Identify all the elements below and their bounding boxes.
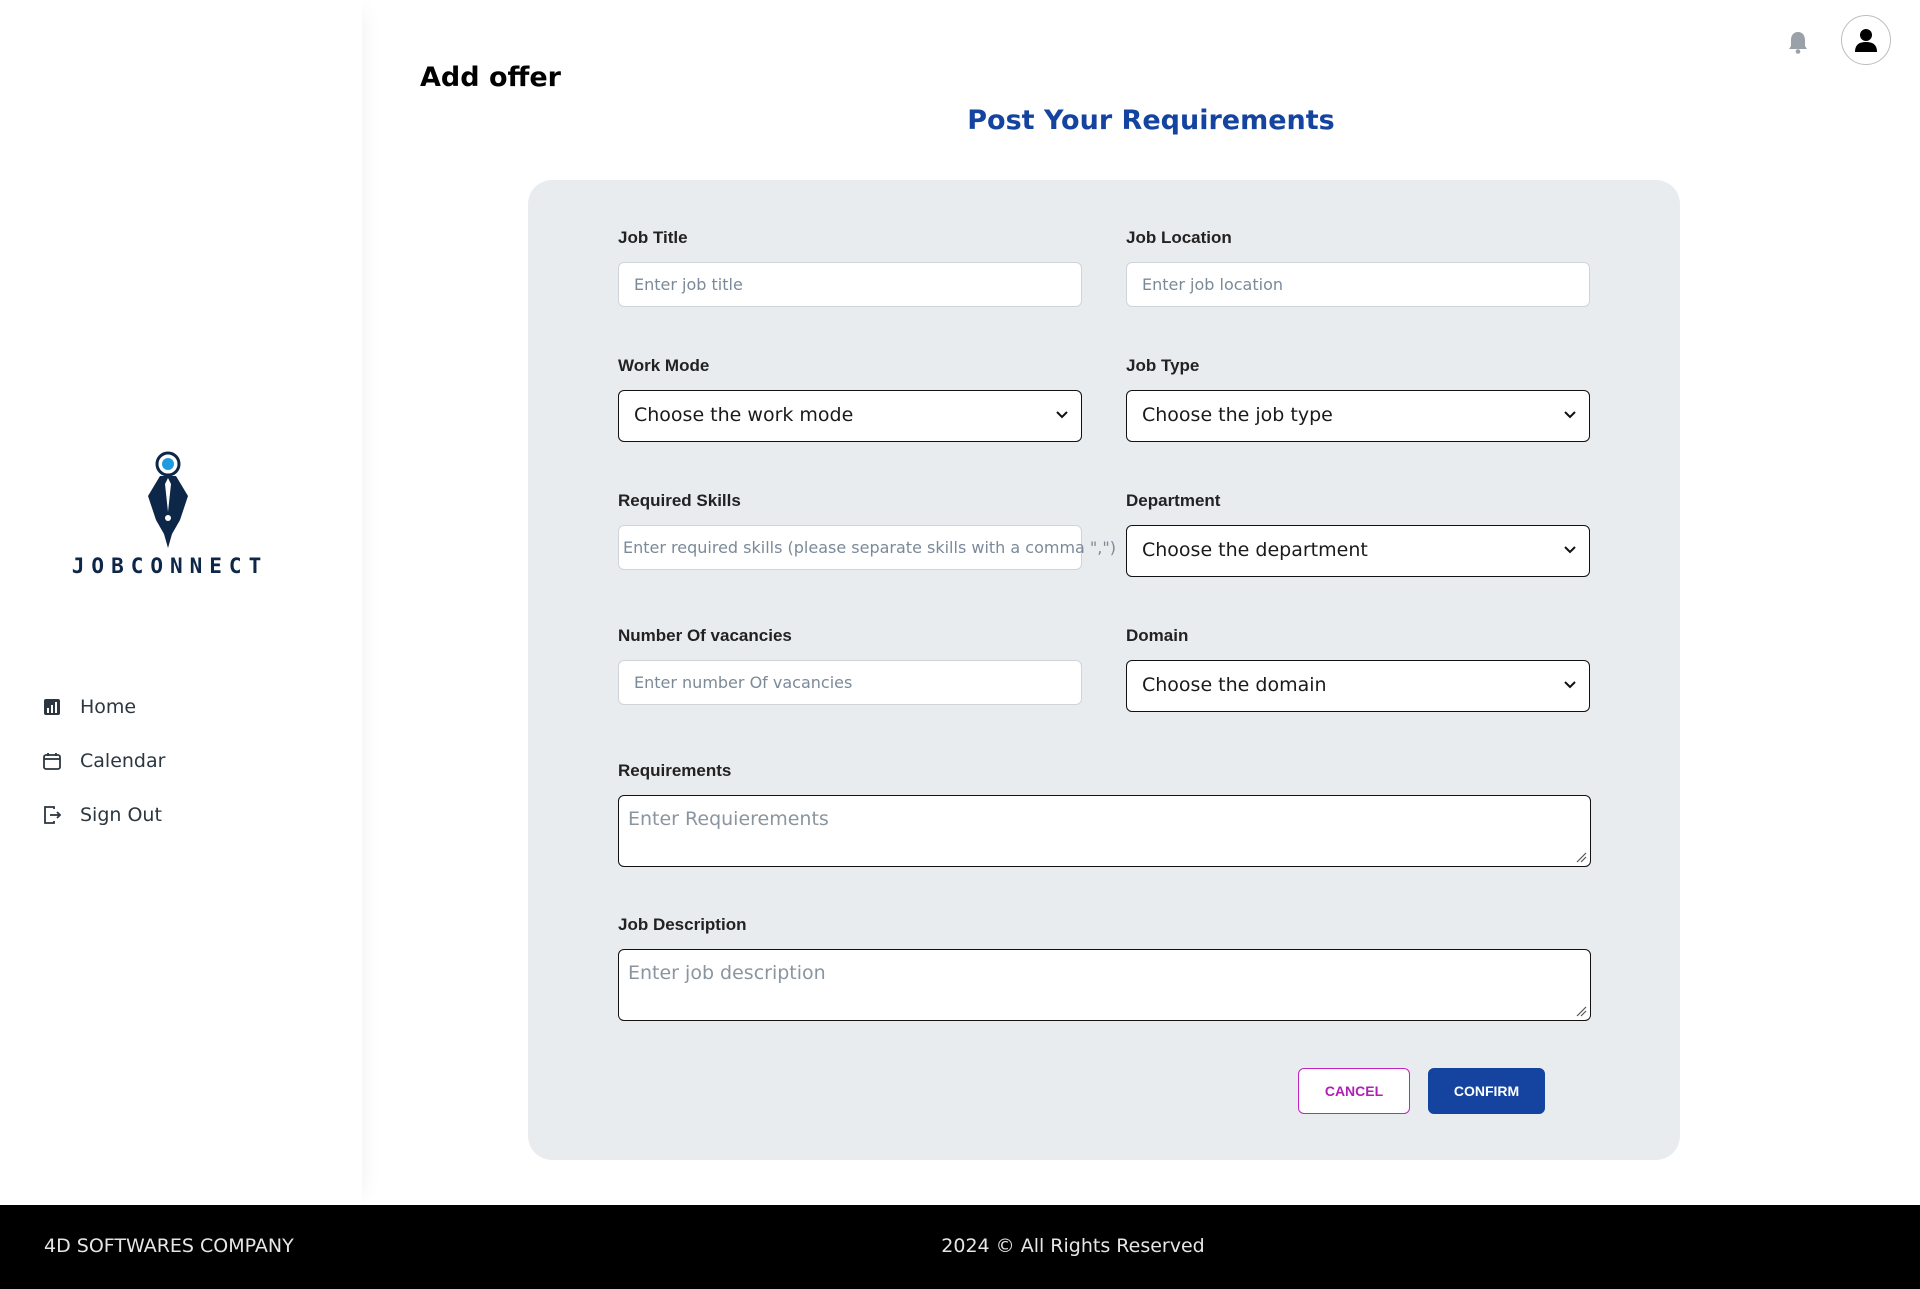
user-avatar-icon: [1855, 29, 1877, 52]
department-value: Choose the department: [1142, 539, 1368, 561]
sidebar-item-calendar[interactable]: Calendar: [40, 734, 165, 788]
footer: 4D SOFTWARES COMPANY 2024 © All Rights R…: [0, 1205, 1920, 1289]
bell-icon[interactable]: [1784, 28, 1812, 56]
work-mode-field: Work Mode Choose the work mode: [618, 356, 1082, 442]
sidebar-item-label: Calendar: [80, 750, 166, 772]
job-location-input[interactable]: Enter job location: [1126, 262, 1590, 307]
job-type-field: Job Type Choose the job type: [1126, 356, 1590, 442]
job-title-field: Job Title Enter job title: [618, 228, 1082, 307]
resize-grip-icon[interactable]: [1575, 851, 1587, 863]
domain-select[interactable]: Choose the domain: [1126, 660, 1590, 712]
vacancies-input[interactable]: Enter number Of vacancies: [618, 660, 1082, 705]
sidebar-item-sign-out[interactable]: Sign Out: [40, 788, 165, 842]
department-select[interactable]: Choose the department: [1126, 525, 1590, 577]
form-heading: Post Your Requirements: [967, 105, 1335, 136]
sidebar-nav: Home Calendar Sign Out: [40, 680, 165, 842]
bar-chart-icon: [40, 695, 64, 719]
calendar-icon: [40, 749, 64, 773]
requirements-label: Requirements: [618, 761, 732, 780]
chevron-down-icon: [1564, 681, 1576, 689]
requirements-field: Requirements Enter Requierements: [618, 761, 1591, 867]
required-skills-input[interactable]: Enter required skills (please separate s…: [618, 525, 1116, 570]
requirements-textarea[interactable]: Enter Requierements: [618, 795, 1591, 867]
job-location-label: Job Location: [1126, 228, 1232, 247]
sidebar: JOBCONNECT Home Calendar Sign Out: [0, 0, 362, 1205]
required-skills-field: Required Skills Enter required skills (p…: [618, 491, 1116, 570]
logo-pen-icon: [148, 451, 188, 548]
footer-copyright: 2024 © All Rights Reserved: [941, 1235, 1205, 1257]
job-type-select[interactable]: Choose the job type: [1126, 390, 1590, 442]
vacancies-field: Number Of vacancies Enter number Of vaca…: [618, 626, 1082, 705]
job-type-value: Choose the job type: [1142, 404, 1333, 426]
work-mode-value: Choose the work mode: [634, 404, 854, 426]
logo-wordmark: JOBCONNECT: [71, 554, 269, 578]
requirements-placeholder: Enter Requierements: [628, 808, 829, 830]
domain-value: Choose the domain: [1142, 674, 1327, 696]
job-location-field: Job Location Enter job location: [1126, 228, 1590, 307]
job-description-field: Job Description Enter job description: [618, 915, 1591, 1021]
sidebar-item-label: Home: [80, 696, 137, 718]
jobconnect-logo: JOBCONNECT: [70, 448, 270, 578]
chevron-down-icon: [1564, 546, 1576, 554]
vacancies-label: Number Of vacancies: [618, 626, 792, 645]
job-title-input[interactable]: Enter job title: [618, 262, 1082, 307]
chevron-down-icon: [1056, 411, 1068, 419]
job-description-placeholder: Enter job description: [628, 962, 826, 984]
job-type-label: Job Type: [1126, 356, 1200, 375]
job-title-label: Job Title: [618, 228, 688, 247]
sidebar-item-label: Sign Out: [80, 804, 162, 826]
chevron-down-icon: [1564, 411, 1576, 419]
work-mode-select[interactable]: Choose the work mode: [618, 390, 1082, 442]
department-label: Department: [1126, 491, 1221, 510]
sign-out-icon: [40, 803, 64, 827]
confirm-button[interactable]: CONFIRM: [1428, 1068, 1545, 1114]
profile-avatar-button[interactable]: [1841, 15, 1891, 65]
department-field: Department Choose the department: [1126, 491, 1590, 577]
resize-grip-icon[interactable]: [1575, 1005, 1587, 1017]
domain-label: Domain: [1126, 626, 1189, 645]
work-mode-label: Work Mode: [618, 356, 710, 375]
job-description-label: Job Description: [618, 915, 747, 934]
page-title: Add offer: [420, 62, 561, 93]
sidebar-item-home[interactable]: Home: [40, 680, 165, 734]
cancel-button[interactable]: CANCEL: [1298, 1068, 1410, 1114]
offer-form-card: Job Title Enter job title Job Location E…: [528, 180, 1680, 1160]
required-skills-label: Required Skills: [618, 491, 741, 510]
domain-field: Domain Choose the domain: [1126, 626, 1590, 712]
job-description-textarea[interactable]: Enter job description: [618, 949, 1591, 1021]
